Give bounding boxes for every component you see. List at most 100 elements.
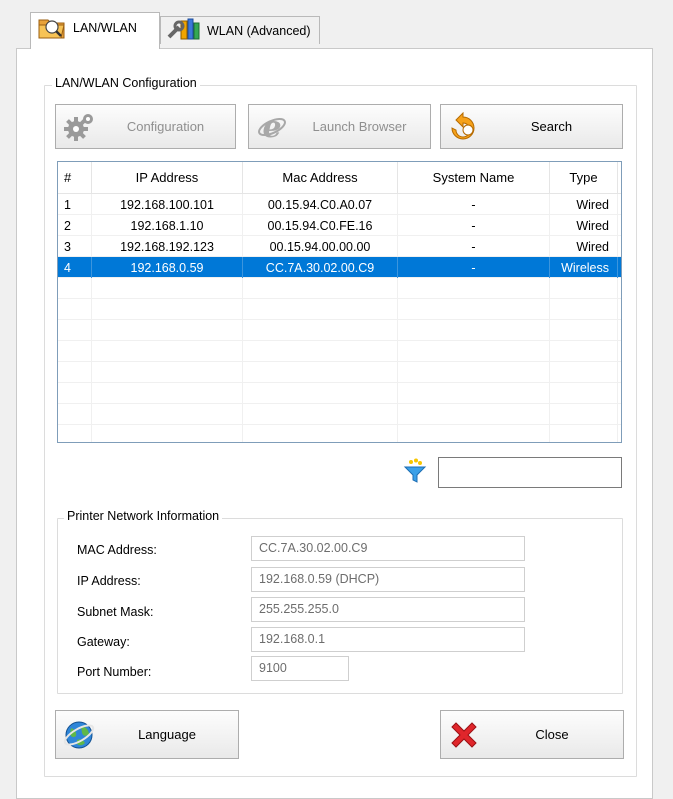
- language-label: Language: [138, 727, 196, 742]
- tools-icon: [167, 17, 201, 44]
- empty-row: [58, 404, 621, 425]
- mac-address-field[interactable]: CC.7A.30.02.00.C9: [251, 536, 525, 561]
- empty-cell: [58, 383, 92, 404]
- tab-lan-wlan-label: LAN/WLAN: [73, 21, 137, 35]
- empty-cell: [550, 341, 618, 362]
- globe-icon: [62, 718, 96, 752]
- printer-info-title: Printer Network Information: [64, 509, 223, 523]
- empty-cell: [243, 362, 398, 383]
- column-header-type[interactable]: Type: [550, 162, 618, 193]
- device-list[interactable]: # IP Address Mac Address System Name Typ…: [57, 161, 622, 443]
- column-header-mac[interactable]: Mac Address: [243, 162, 398, 193]
- empty-cell: [58, 425, 92, 442]
- empty-row: [58, 299, 621, 320]
- empty-cell: [92, 341, 243, 362]
- empty-cell: [398, 320, 550, 341]
- table-row[interactable]: 1 192.168.100.101 00.15.94.C0.A0.07- Wired: [58, 194, 621, 215]
- empty-cell: [92, 383, 243, 404]
- empty-cell: [398, 425, 550, 442]
- empty-row: [58, 425, 621, 442]
- table-cell-name: -: [398, 194, 550, 215]
- table-row[interactable]: 4 192.168.0.59 CC.7A.30.02.00.C9- Wireless: [58, 257, 621, 278]
- table-cell-mac: 00.15.94.C0.A0.07: [243, 194, 398, 215]
- tab-bar: LAN/WLAN WLAN (Advanced): [0, 0, 673, 49]
- filter-input[interactable]: [438, 457, 622, 488]
- subnet-mask-label: Subnet Mask:: [77, 605, 154, 619]
- empty-cell: [92, 299, 243, 320]
- empty-cell: [550, 425, 618, 442]
- table-cell-mac: 00.15.94.00.00.00: [243, 236, 398, 257]
- gear-icon: [62, 110, 96, 144]
- filter-icon[interactable]: [403, 458, 427, 487]
- empty-cell: [243, 425, 398, 442]
- subnet-mask-field[interactable]: 255.255.255.0: [251, 597, 525, 622]
- table-cell-name: -: [398, 236, 550, 257]
- column-header-system-name[interactable]: System Name: [398, 162, 550, 193]
- table-cell-type: Wired: [550, 215, 618, 236]
- table-cell-type: Wired: [550, 194, 618, 215]
- port-number-label: Port Number:: [77, 665, 152, 679]
- close-button[interactable]: Close: [440, 710, 624, 759]
- empty-cell: [243, 404, 398, 425]
- ip-address-label: IP Address:: [77, 574, 141, 588]
- browser-icon: e: [255, 110, 289, 144]
- launch-browser-button[interactable]: e Launch Browser: [248, 104, 431, 149]
- folder-lan-icon: [37, 14, 67, 43]
- table-cell-ip: 192.168.192.123: [92, 236, 243, 257]
- empty-cell: [398, 278, 550, 299]
- search-button[interactable]: Search: [440, 104, 623, 149]
- table-row[interactable]: 3 192.168.192.123 00.15.94.00.00.00- Wired: [58, 236, 621, 257]
- ip-address-field[interactable]: 192.168.0.59 (DHCP): [251, 567, 525, 592]
- search-label: Search: [530, 119, 573, 134]
- empty-cell: [243, 383, 398, 404]
- empty-cell: [550, 299, 618, 320]
- refresh-search-icon: [447, 110, 481, 144]
- empty-cell: [58, 341, 92, 362]
- empty-cell: [550, 320, 618, 341]
- port-number-field[interactable]: 9100: [251, 656, 349, 681]
- column-header-ip[interactable]: IP Address: [92, 162, 243, 193]
- empty-cell: [58, 278, 92, 299]
- empty-cell: [58, 299, 92, 320]
- empty-row: [58, 278, 621, 299]
- empty-cell: [92, 404, 243, 425]
- tab-wlan-advanced-label: WLAN (Advanced): [207, 23, 311, 38]
- empty-cell: [92, 320, 243, 341]
- config-group-title: LAN/WLAN Configuration: [52, 76, 200, 90]
- empty-cell: [243, 299, 398, 320]
- column-header-num[interactable]: #: [58, 162, 92, 193]
- empty-cell: [550, 278, 618, 299]
- tab-lan-wlan[interactable]: LAN/WLAN: [30, 12, 160, 49]
- empty-cell: [243, 320, 398, 341]
- table-cell-mac: CC.7A.30.02.00.C9: [243, 257, 398, 278]
- empty-row: [58, 383, 621, 404]
- empty-cell: [398, 299, 550, 320]
- table-row[interactable]: 2 192.168.1.10 00.15.94.C0.FE.16- Wired: [58, 215, 621, 236]
- configuration-label: Configuration: [126, 119, 205, 134]
- gateway-label: Gateway:: [77, 635, 130, 649]
- gateway-field[interactable]: 192.168.0.1: [251, 627, 525, 652]
- empty-cell: [398, 404, 550, 425]
- empty-row: [58, 362, 621, 383]
- close-label: Close: [535, 727, 569, 742]
- empty-cell: [398, 341, 550, 362]
- table-cell-ip: 192.168.1.10: [92, 215, 243, 236]
- empty-cell: [243, 341, 398, 362]
- empty-cell: [58, 320, 92, 341]
- tab-wlan-advanced[interactable]: WLAN (Advanced): [160, 16, 320, 44]
- empty-cell: [58, 404, 92, 425]
- table-cell-num: 2: [58, 215, 92, 236]
- configuration-button[interactable]: Configuration: [55, 104, 236, 149]
- table-cell-name: -: [398, 215, 550, 236]
- svg-text:e: e: [262, 112, 281, 142]
- empty-cell: [92, 278, 243, 299]
- empty-cell: [92, 425, 243, 442]
- launch-browser-label: Launch Browser: [312, 119, 407, 134]
- table-cell-ip: 192.168.100.101: [92, 194, 243, 215]
- language-button[interactable]: Language: [55, 710, 239, 759]
- empty-row: [58, 320, 621, 341]
- mac-address-label: MAC Address:: [77, 543, 157, 557]
- table-cell-name: -: [398, 257, 550, 278]
- empty-cell: [398, 383, 550, 404]
- empty-cell: [243, 278, 398, 299]
